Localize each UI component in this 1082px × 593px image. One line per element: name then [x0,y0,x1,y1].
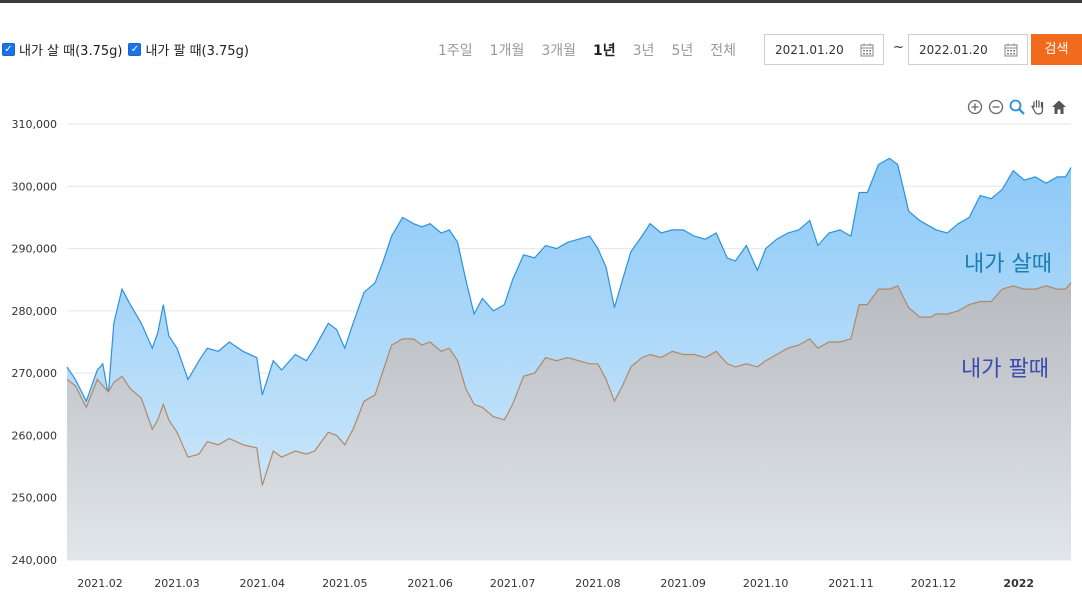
period-1month[interactable]: 1개월 [490,40,525,60]
price-area-chart: 240,000 250,000 260,000 270,000 280,000 290,0… [12,118,1072,590]
y-tick-label: 260,000 [12,429,58,442]
end-date-value: 2022.01.20 [919,43,988,57]
date-range-separator: ~ [893,40,904,55]
start-date-value: 2021.01.20 [775,43,844,57]
x-tick-label: 2022 [1003,577,1034,590]
x-axis-ticks: 2021.02 2021.03 2021.04 2021.05 2021.06 2021.… [77,577,1034,590]
y-tick-label: 310,000 [12,118,58,131]
x-tick-label: 2021.07 [490,577,536,590]
calendar-icon[interactable] [1004,43,1018,57]
x-tick-label: 2021.04 [240,577,286,590]
y-tick-label: 290,000 [12,243,58,256]
x-tick-label: 2021.05 [322,577,368,590]
y-tick-label: 240,000 [12,554,58,567]
x-tick-label: 2021.10 [743,577,789,590]
y-tick-label: 250,000 [12,492,58,505]
x-tick-label: 2021.11 [828,577,874,590]
checkbox-checked-icon[interactable]: ✓ [128,43,142,56]
legend-buy-label: 내가 살 때(3.75g) [19,44,123,59]
legend: ✓ 내가 살 때(3.75g) ✓ 내가 팔 때(3.75g) [2,40,255,59]
y-tick-label: 300,000 [12,180,58,193]
period-1year[interactable]: 1년 [593,40,616,60]
x-tick-label: 2021.08 [575,577,621,590]
x-tick-label: 2021.09 [660,577,706,590]
x-tick-label: 2021.12 [911,577,957,590]
end-date-field[interactable]: 2022.01.20 [908,34,1028,65]
annotation-buy: 내가 살때 [964,252,1052,277]
y-tick-label: 280,000 [12,305,58,318]
legend-sell-toggle[interactable]: ✓ 내가 팔 때(3.75g) [128,40,249,59]
period-3month[interactable]: 3개월 [541,40,576,60]
x-tick-label: 2021.02 [77,577,123,590]
x-tick-label: 2021.03 [154,577,200,590]
legend-sell-label: 내가 팔 때(3.75g) [145,44,249,59]
y-tick-label: 270,000 [12,367,58,380]
search-button[interactable]: 검색 [1031,34,1082,65]
x-tick-label: 2021.06 [407,577,453,590]
start-date-field[interactable]: 2021.01.20 [764,34,884,65]
period-all[interactable]: 전체 [710,40,736,60]
period-5year[interactable]: 5년 [671,40,693,60]
legend-buy-toggle[interactable]: ✓ 내가 살 때(3.75g) [2,40,122,59]
y-axis-ticks: 240,000 250,000 260,000 270,000 280,000 290,0… [12,118,58,567]
period-3year[interactable]: 3년 [633,40,655,60]
top-rule [0,0,1082,3]
period-selector: 1주일 1개월 3개월 1년 3년 5년 전체 [438,40,753,60]
series-areas [66,157,1072,561]
checkbox-checked-icon[interactable]: ✓ [2,43,15,56]
annotation-sell: 내가 팔때 [961,357,1049,382]
calendar-icon[interactable] [860,43,874,57]
period-1week[interactable]: 1주일 [438,40,473,60]
